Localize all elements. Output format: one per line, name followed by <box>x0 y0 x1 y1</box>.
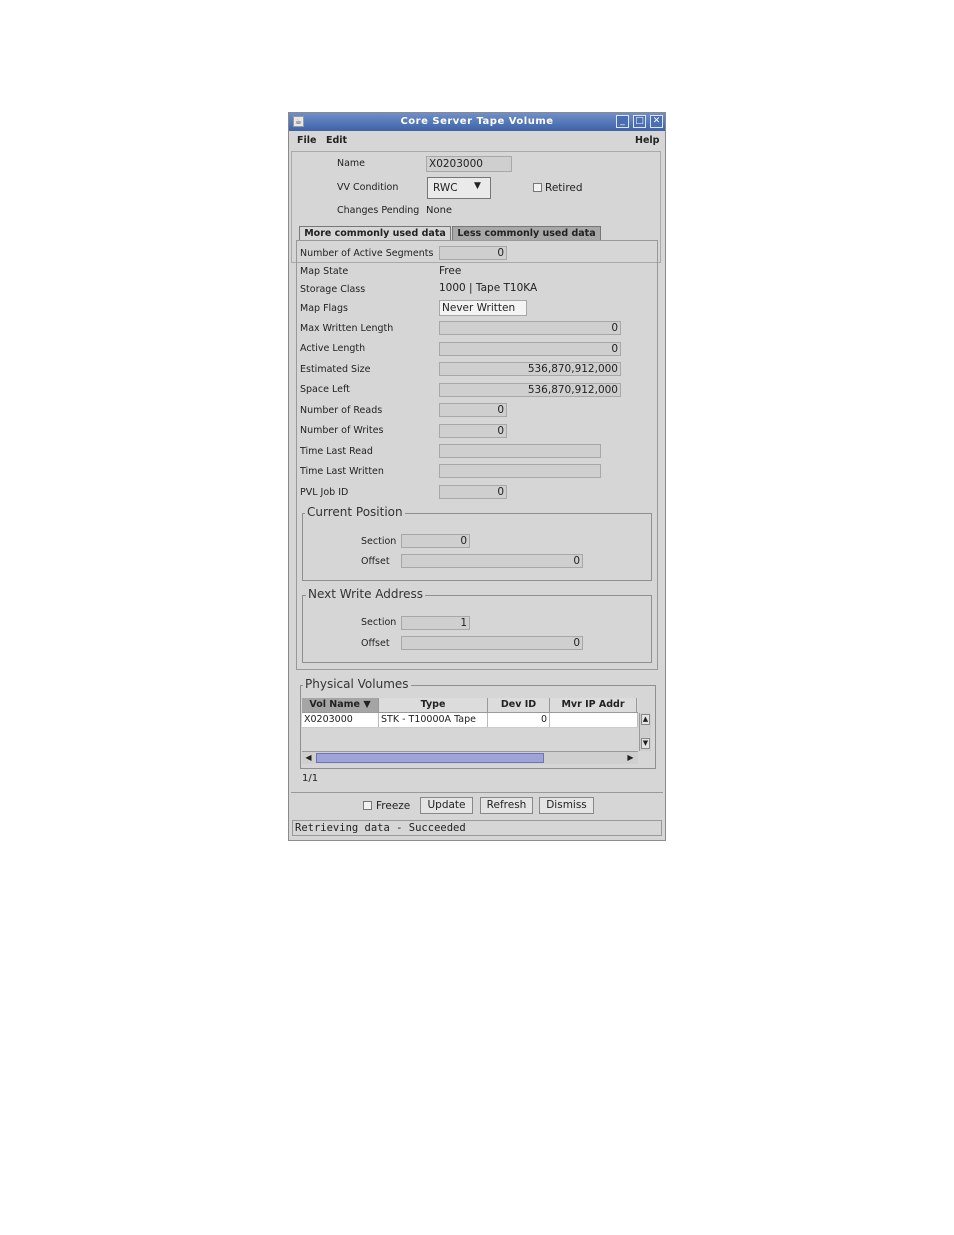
core-server-tape-volume-window: ☕ Core Server Tape Volume _ □ ✕ File Edi… <box>288 112 666 841</box>
max-written-length-label: Max Written Length <box>300 323 394 334</box>
active-segments-field: 0 <box>439 246 507 260</box>
active-segments-label: Number of Active Segments <box>300 248 434 259</box>
divider <box>291 792 663 793</box>
time-last-read-label: Time Last Read <box>300 446 373 457</box>
next-write-section-field: 1 <box>401 616 470 630</box>
estimated-size-label: Estimated Size <box>300 364 371 375</box>
current-position-title: Current Position <box>305 505 405 519</box>
name-field: X0203000 <box>426 156 512 172</box>
menu-bar: File Edit Help <box>289 133 665 149</box>
scroll-down-icon[interactable]: ▼ <box>641 738 650 749</box>
scroll-right-icon[interactable]: ▶ <box>625 753 636 763</box>
chevron-down-icon: ▼ <box>474 181 481 191</box>
number-of-reads-field: 0 <box>439 403 507 417</box>
column-header-dev-id[interactable]: Dev ID <box>488 698 550 712</box>
time-last-read-field <box>439 444 601 458</box>
sort-descending-icon: ▼ <box>363 699 371 710</box>
space-left-field: 536,870,912,000 <box>439 383 621 397</box>
record-count: 1/1 <box>302 773 319 784</box>
retired-label: Retired <box>545 182 583 194</box>
table-header: Vol Name ▼ Type Dev ID Mvr IP Addr <box>302 698 638 713</box>
horizontal-scroll-thumb[interactable] <box>316 753 544 763</box>
cell-dev-id: 0 <box>488 713 550 727</box>
cell-vol-name: X0203000 <box>302 713 379 727</box>
number-of-writes-label: Number of Writes <box>300 425 384 436</box>
pvl-job-id-label: PVL Job ID <box>300 487 349 498</box>
window-title: Core Server Tape Volume <box>400 116 554 127</box>
number-of-reads-label: Number of Reads <box>300 405 383 416</box>
next-write-address-group <box>302 595 652 663</box>
current-position-offset-label: Offset <box>361 556 390 567</box>
current-position-group <box>302 513 652 581</box>
freeze-checkbox[interactable] <box>363 801 372 810</box>
pvl-job-id-field: 0 <box>439 485 507 499</box>
cell-type: STK - T10000A Tape <box>379 713 488 727</box>
column-header-label: Vol Name <box>309 699 360 710</box>
column-header-mvr-ip-addr[interactable]: Mvr IP Addr <box>550 698 637 712</box>
changes-pending-value: None <box>426 205 453 216</box>
current-position-section-label: Section <box>361 536 397 547</box>
scroll-up-icon[interactable]: ▲ <box>641 714 650 725</box>
title-bar[interactable]: ☕ Core Server Tape Volume _ □ ✕ <box>289 113 665 131</box>
refresh-button[interactable]: Refresh <box>480 797 533 814</box>
map-flags-field: Never Written <box>439 300 527 316</box>
space-left-label: Space Left <box>300 384 350 395</box>
physical-volumes-title: Physical Volumes <box>303 677 411 691</box>
max-written-length-field: 0 <box>439 321 621 335</box>
map-state-value: Free <box>439 265 462 277</box>
cell-mvr-ip-addr <box>550 713 638 727</box>
next-write-address-title: Next Write Address <box>306 587 426 601</box>
tab-less-commonly-used[interactable]: Less commonly used data <box>452 226 601 240</box>
vertical-scrollbar[interactable]: ▲ ▼ <box>639 713 651 751</box>
table-body: X0203000 STK - T10000A Tape 0 <box>302 713 638 751</box>
estimated-size-field: 536,870,912,000 <box>439 362 621 376</box>
next-write-section-label: Section <box>361 617 397 628</box>
menu-file[interactable]: File <box>297 135 316 146</box>
vv-condition-value: RWC <box>433 182 458 194</box>
retired-checkbox[interactable] <box>533 183 542 192</box>
freeze-label: Freeze <box>376 800 411 812</box>
vv-condition-label: VV Condition <box>337 182 399 193</box>
number-of-writes-field: 0 <box>439 424 507 438</box>
current-position-offset-field: 0 <box>401 554 583 568</box>
map-flags-label: Map Flags <box>300 303 348 314</box>
status-bar: Retrieving data - Succeeded <box>292 820 662 836</box>
active-length-label: Active Length <box>300 343 366 354</box>
current-position-section-field: 0 <box>401 534 470 548</box>
minimize-icon[interactable]: _ <box>616 115 629 128</box>
menu-edit[interactable]: Edit <box>326 135 347 146</box>
time-last-written-label: Time Last Written <box>300 466 384 477</box>
changes-pending-label: Changes Pending <box>337 205 420 216</box>
maximize-icon[interactable]: □ <box>633 115 646 128</box>
horizontal-scrollbar[interactable]: ◀ ▶ <box>302 751 638 764</box>
vv-condition-select[interactable]: RWC ▼ <box>427 177 491 199</box>
active-length-field: 0 <box>439 342 621 356</box>
dismiss-button[interactable]: Dismiss <box>539 797 594 814</box>
storage-class-value: 1000 | Tape T10KA <box>439 282 538 294</box>
tab-more-commonly-used[interactable]: More commonly used data <box>299 226 451 240</box>
time-last-written-field <box>439 464 601 478</box>
storage-class-label: Storage Class <box>300 284 366 295</box>
column-header-vol-name[interactable]: Vol Name ▼ <box>302 698 379 712</box>
name-label: Name <box>337 158 366 169</box>
table-row[interactable]: X0203000 STK - T10000A Tape 0 <box>302 713 638 728</box>
map-state-label: Map State <box>300 266 349 277</box>
status-text: Retrieving data - Succeeded <box>295 822 466 834</box>
scroll-left-icon[interactable]: ◀ <box>303 753 314 763</box>
column-header-type[interactable]: Type <box>379 698 488 712</box>
close-icon[interactable]: ✕ <box>650 115 663 128</box>
next-write-offset-label: Offset <box>361 638 390 649</box>
update-button[interactable]: Update <box>420 797 473 814</box>
menu-help[interactable]: Help <box>635 135 659 146</box>
next-write-offset-field: 0 <box>401 636 583 650</box>
